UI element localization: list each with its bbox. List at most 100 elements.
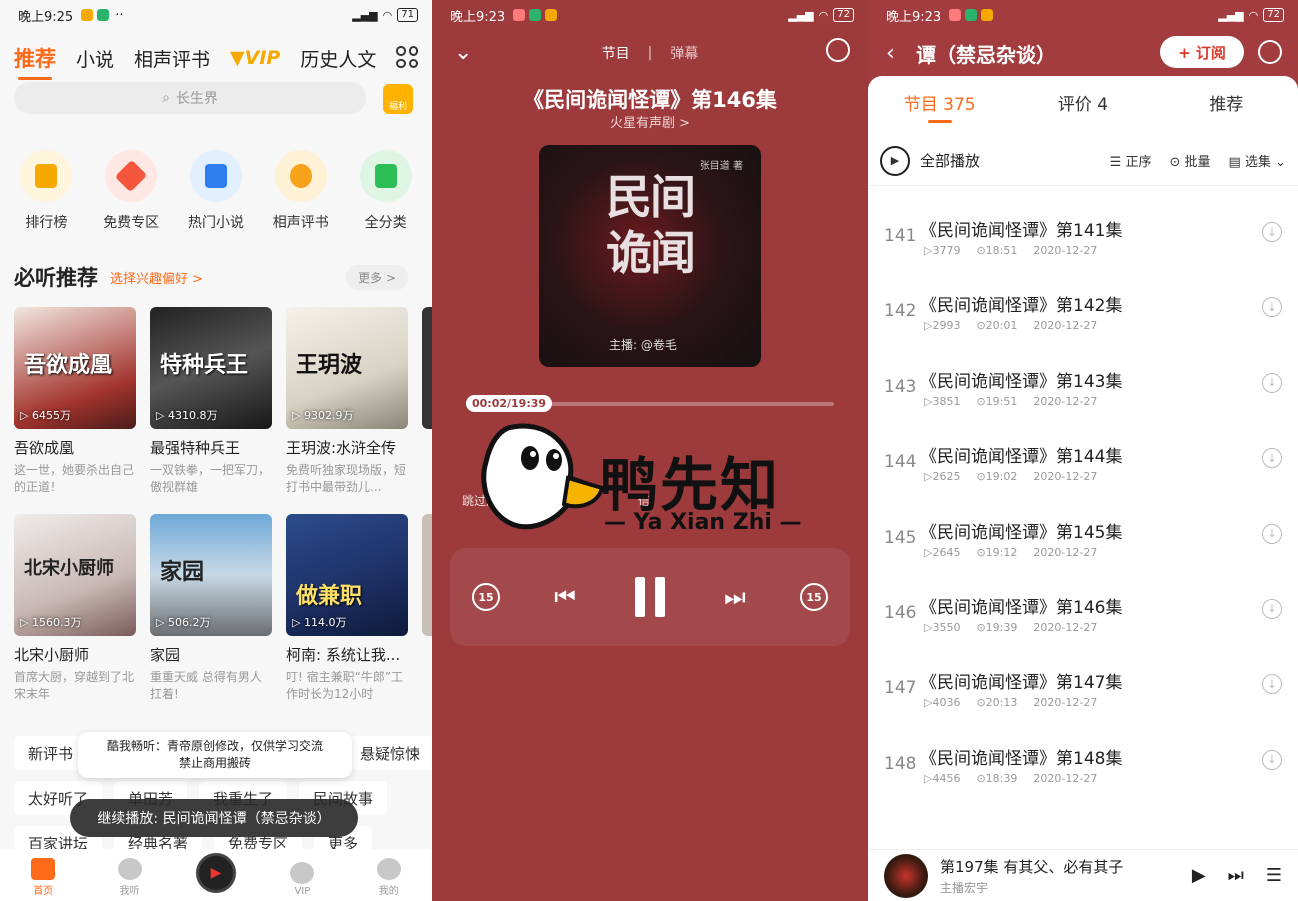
batch-button[interactable]: ⊙ 批量 <box>1169 151 1210 170</box>
category-crosstalk[interactable]: 相声评书 <box>259 150 343 232</box>
book-card[interactable]: 特种兵王 ▷ 4310.8万 最强特种兵王 一双铁拳，一把军刀，傲视群雄 <box>150 307 272 496</box>
download-icon[interactable]: ↓ <box>1262 523 1282 544</box>
book-card[interactable]: 做兼职 ▷ 114.0万 柯南: 系统让我... 叮! 宿主兼职“牛郎”工作时长… <box>286 514 408 703</box>
publisher-link[interactable]: 火星有声剧 > <box>432 112 868 131</box>
notification-icon <box>81 9 94 21</box>
share-icon[interactable] <box>826 38 850 62</box>
tab-recommend[interactable]: 推荐 <box>1155 90 1298 115</box>
sort-button[interactable]: ☰ 正序 <box>1110 151 1152 170</box>
subscribe-button[interactable]: + 订阅 <box>1160 36 1244 68</box>
forward-15-button[interactable]: 15 <box>799 583 828 611</box>
download-icon[interactable]: ↓ <box>1262 674 1282 695</box>
download-icon[interactable]: ↓ <box>1262 448 1282 469</box>
mini-player[interactable]: 第197集 有其父、必有其子 主播宏宇 ▶ ⏭ ☰ <box>868 849 1298 901</box>
tab-vip[interactable]: ▼VIP <box>230 47 280 69</box>
tab-crosstalk[interactable]: 相声评书 <box>134 45 210 72</box>
app-icon <box>981 9 994 21</box>
chip[interactable]: 新评书 <box>14 736 88 770</box>
next-icon[interactable]: ⏭ <box>724 583 746 611</box>
share-icon[interactable] <box>1258 40 1282 64</box>
clock-icon <box>117 858 142 880</box>
mini-player-host: 主播宏宇 <box>940 880 989 895</box>
category-hot-novel[interactable]: 热门小说 <box>174 150 258 232</box>
episode-meta: ▷4456 ⊙18:39 2020-12-27 <box>924 772 1097 785</box>
book-card[interactable]: 王玥波 ▷ 9302.9万 王玥波:水浒全传 免费听独家现场版，短打书中最带劲儿… <box>286 307 408 496</box>
episode-row[interactable]: 143 《民间诡闻怪谭》第143集 ▷3851 ⊙19:51 2020-12-27 ↓ <box>868 355 1298 430</box>
download-icon[interactable]: ↓ <box>1262 598 1282 619</box>
episode-row[interactable]: 146 《民间诡闻怪谭》第146集 ▷3550 ⊙19:39 2020-12-27 ↓ <box>868 581 1298 656</box>
pause-icon[interactable] <box>630 577 670 617</box>
category-row: 排行榜 免费专区 热门小说 相声评书 全分类 <box>0 150 432 232</box>
book-cover-partial <box>422 514 432 636</box>
nav-player[interactable]: ▶ <box>186 853 246 897</box>
episode-row[interactable]: 141 《民间诡闻怪谭》第141集 ▷3779 ⊙18:51 2020-12-27 ↓ <box>868 204 1298 279</box>
book-card[interactable]: 北宋小厨师 ▷ 1560.3万 北宋小厨师 首席大厨，穿越到了北宋末年 <box>14 514 136 703</box>
episode-duration: ⊙19:39 <box>976 620 1018 634</box>
search-bar[interactable]: ⌕ 长生界 <box>14 82 366 114</box>
play-icon[interactable]: ▶ <box>1192 865 1206 886</box>
play-all-label[interactable]: 全部播放 <box>920 150 980 171</box>
album-body: 节目 375 评价 4 推荐 ▶ 全部播放 ☰ 正序 ⊙ 批量 ▤ 选集 ⌄ 1… <box>868 76 1298 901</box>
episode-row[interactable]: 145 《民间诡闻怪谭》第145集 ▷2645 ⊙19:12 2020-12-27 ↓ <box>868 506 1298 581</box>
episode-title: 《民间诡闻怪谭》第141集 <box>920 221 1123 241</box>
duck-logo-icon <box>481 423 605 530</box>
mini-player-title: 第197集 有其父、必有其子 <box>940 857 1124 876</box>
download-icon[interactable]: ↓ <box>1262 222 1282 242</box>
status-bar: 晚上9:23 ▂▄▆ ◠ 72 <box>868 0 1298 30</box>
category-ranking[interactable]: 排行榜 <box>4 150 88 232</box>
rewind-15-button[interactable]: 15 <box>472 583 500 611</box>
episode-duration: ⊙19:02 <box>976 470 1018 484</box>
resume-playback-pill[interactable]: 继续播放: 民间诡闻怪谭（禁忌杂谈） <box>70 799 358 837</box>
progress-time[interactable]: 00:02/19:39 <box>466 395 553 412</box>
tab-episodes[interactable]: 节目 375 <box>868 90 1011 123</box>
grid-icon[interactable] <box>396 46 418 68</box>
more-button[interactable]: 更多 > <box>346 264 408 290</box>
episode-meta: ▷3550 ⊙19:39 2020-12-27 <box>924 621 1097 634</box>
episode-row[interactable]: 147 《民间诡闻怪谭》第147集 ▷4036 ⊙20:13 2020-12-27 ↓ <box>868 656 1298 731</box>
tab-recommend[interactable]: 推荐 <box>14 43 56 80</box>
episode-duration: ⊙18:39 <box>976 771 1018 785</box>
tab-program[interactable]: 节目 <box>602 43 630 63</box>
episode-plays: ▷4036 <box>924 696 961 710</box>
nav-mine[interactable]: 我的 <box>359 858 419 897</box>
episode-row[interactable]: 144 《民间诡闻怪谭》第144集 ▷2625 ⊙19:02 2020-12-27 ↓ <box>868 430 1298 505</box>
nav-listen[interactable]: 我听 <box>100 858 160 897</box>
episode-date: 2020-12-27 <box>1033 620 1098 634</box>
tab-history[interactable]: 历史人文 <box>300 45 376 72</box>
episode-row[interactable]: 148 《民间诡闻怪谭》第148集 ▷4456 ⊙18:39 2020-12-27 ↓ <box>868 732 1298 807</box>
gift-icon[interactable]: 福利 <box>383 84 413 114</box>
download-icon[interactable]: ↓ <box>1262 372 1282 393</box>
episode-date: 2020-12-27 <box>1033 244 1098 257</box>
nav-home[interactable]: 首页 <box>13 858 73 897</box>
back-icon[interactable]: ‹ <box>886 41 916 66</box>
album-tabs: 节目 375 评价 4 推荐 <box>868 76 1298 128</box>
category-all[interactable]: 全分类 <box>344 150 428 232</box>
book-name: 家园 <box>150 646 181 664</box>
interest-link[interactable]: 选择兴趣偏好 > <box>110 268 203 287</box>
tab-danmaku[interactable]: 弹幕 <box>670 43 698 63</box>
chip[interactable]: 悬疑惊悚 <box>345 736 432 770</box>
tab-reviews[interactable]: 评价 4 <box>1011 90 1154 115</box>
download-icon[interactable]: ↓ <box>1262 749 1282 770</box>
category-free[interactable]: 免费专区 <box>89 150 173 232</box>
episode-plays: ▷2993 <box>924 319 961 333</box>
book-cover: 特种兵王 ▷ 4310.8万 <box>150 307 272 429</box>
episode-number: 146 <box>884 602 917 623</box>
select-episode-button[interactable]: ▤ 选集 ⌄ <box>1229 151 1286 170</box>
next-icon[interactable]: ⏭ <box>1228 865 1244 886</box>
episode-duration: ⊙19:51 <box>976 394 1018 408</box>
tab-novel[interactable]: 小说 <box>76 45 114 72</box>
book-card[interactable]: 吾欲成凰 ▷ 6455万 吾欲成凰 这一世，她要杀出自己的正道！ <box>14 307 136 496</box>
download-icon[interactable]: ↓ <box>1262 297 1282 318</box>
book-cover-partial <box>422 307 432 429</box>
book-card[interactable]: 家园 ▷ 506.2万 家园 重重天威 总得有男人扛着! <box>150 514 272 703</box>
battery-icon: 72 <box>833 8 854 22</box>
nav-vip[interactable]: VIP <box>272 862 332 897</box>
playlist-icon[interactable]: ☰ <box>1266 865 1282 886</box>
signal-icon: ▂▄▆ <box>788 8 814 22</box>
play-all-icon[interactable]: ▶ <box>880 145 910 176</box>
book-name: 吾欲成凰 <box>14 439 75 457</box>
prev-icon[interactable]: ⏮ <box>554 583 576 611</box>
episode-row[interactable]: 142 《民间诡闻怪谭》第142集 ▷2993 ⊙20:01 2020-12-27 ↓ <box>868 279 1298 354</box>
wifi-icon: ◠ <box>1248 8 1259 22</box>
